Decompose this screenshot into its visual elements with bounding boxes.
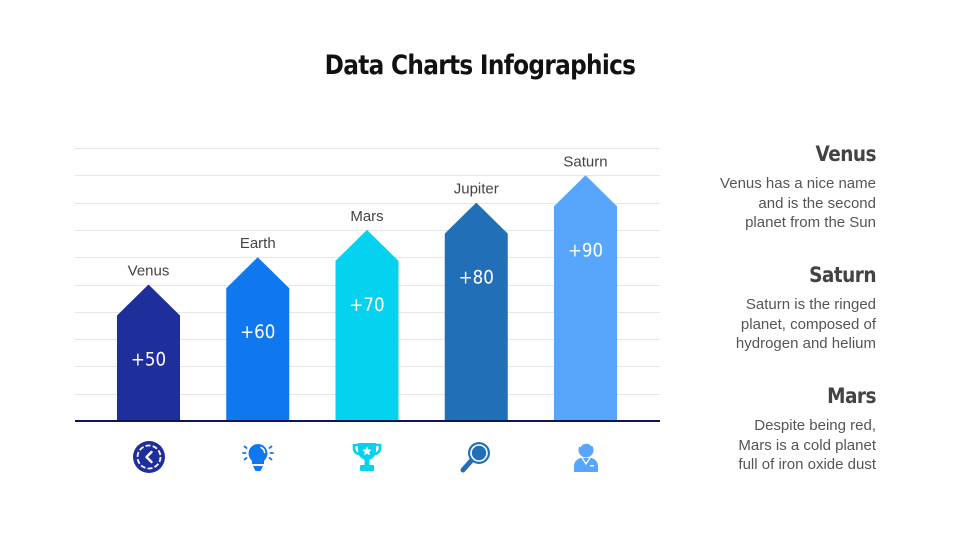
- bar-jupiter: Jupiter +80: [444, 181, 508, 421]
- value-label: +50: [131, 349, 166, 371]
- note-title: Venus: [815, 142, 877, 166]
- category-label: Earth: [240, 235, 276, 252]
- note-text: Venus has a nice name and is the second …: [720, 175, 876, 231]
- category-label: Venus: [128, 263, 170, 280]
- note-mars: Mars Despite being red, Mars is a cold p…: [676, 384, 876, 475]
- note-title: Mars: [827, 384, 876, 408]
- clock-back-icon: [132, 440, 166, 474]
- trophy-icon: [350, 440, 384, 474]
- arrow-bar: [554, 175, 617, 421]
- note-title: Saturn: [809, 263, 876, 287]
- note-text: Saturn is the ringed planet, composed of…: [735, 296, 876, 352]
- note-venus: Venus Venus has a nice name and is the s…: [676, 142, 876, 233]
- bars: Venus +50 Earth +60 Mars +70 Jupiter +80 Saturn +…: [117, 153, 617, 421]
- bar-venus: Venus +50: [117, 263, 180, 421]
- category-label: Saturn: [563, 153, 607, 170]
- category-label: Jupiter: [454, 181, 499, 198]
- person-icon: [569, 440, 603, 474]
- value-label: +80: [459, 267, 494, 289]
- note-text: Despite being red, Mars is a cold planet…: [738, 417, 876, 473]
- value-label: +60: [240, 321, 275, 343]
- value-label: +70: [349, 294, 384, 316]
- category-label: Mars: [350, 208, 383, 225]
- magnifier-icon: [459, 440, 493, 474]
- bar-mars: Mars +70: [335, 208, 399, 421]
- arrow-bar: [444, 202, 508, 421]
- value-label: +90: [568, 239, 603, 261]
- bar-saturn: Saturn +90: [554, 153, 617, 421]
- bar-earth: Earth +60: [226, 235, 290, 421]
- lightbulb-icon: [241, 440, 275, 474]
- note-saturn: Saturn Saturn is the ringed planet, comp…: [676, 263, 877, 354]
- arrow-bar: [335, 229, 399, 421]
